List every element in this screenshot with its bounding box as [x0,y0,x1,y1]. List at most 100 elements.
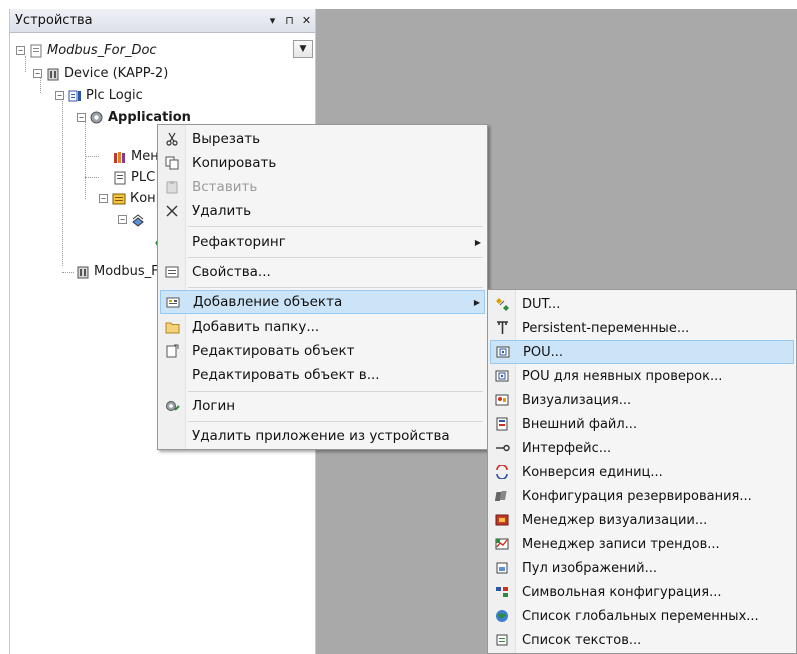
submenu-arrow-icon: ▶ [474,237,482,247]
scissors-icon [160,127,184,151]
menu-label: Свойства... [192,264,271,280]
menu-item-login[interactable]: Логин [160,394,485,418]
tree-item-plc-logic[interactable]: − Plc Logic [55,85,143,106]
menu-label: Визуализация... [522,392,632,408]
submenu-item-external-file[interactable]: Внешний файл... [490,412,794,436]
gear-icon [89,110,104,125]
project-icon [28,43,43,58]
dut-icon [490,292,514,316]
pou-icon [491,340,515,364]
gvl-icon [490,604,514,628]
submenu-item-dut[interactable]: DUT... [490,292,794,316]
tree-line [85,177,99,178]
submenu-item-visualization[interactable]: Визуализация... [490,388,794,412]
tree-item-plc-prg[interactable]: PLC [112,167,155,188]
visualization-icon [490,388,514,412]
folder-icon [160,315,184,339]
menu-item-edit-object-with[interactable]: Редактировать объект в... [160,363,485,387]
menu-item-paste[interactable]: Вставить [160,175,485,199]
tree-label: Мен [131,149,159,164]
submenu-item-gvl[interactable]: Список глобальных переменных... [490,604,794,628]
submenu-item-trend-manager[interactable]: Менеджер записи трендов... [490,532,794,556]
pin-icon[interactable]: ⊓ [281,14,298,27]
tree-label: Modbus_For_Doc [47,43,157,58]
panel-title: Устройства [15,13,93,28]
tree-label: Device (KAPP-2) [64,66,169,81]
collapse-icon[interactable]: − [55,91,64,100]
submenu-item-text-list[interactable]: Список текстов... [490,628,794,652]
text-list-icon [490,628,514,652]
menu-label: Persistent-переменные... [522,320,690,336]
menu-label: Символьная конфигурация... [522,584,722,600]
menu-separator [188,257,483,258]
menu-item-add-folder[interactable]: Добавить папку... [160,315,485,339]
close-icon[interactable]: ✕ [298,14,315,27]
collapse-icon[interactable]: − [99,194,108,203]
submenu-item-pou[interactable]: POU... [490,340,794,364]
tree-label: Modbus_F [94,264,159,279]
unit-conversion-icon [490,460,514,484]
submenu-item-persistent[interactable]: Persistent-переменные... [490,316,794,340]
tree-item-manager[interactable]: Мен [112,146,159,167]
menu-item-properties[interactable]: Свойства... [160,260,485,284]
menu-separator [188,391,483,392]
menu-label: Копировать [192,155,277,171]
device-icon [45,66,60,81]
menu-label: Список текстов... [522,632,642,648]
task-config-icon [111,191,126,206]
plc-logic-icon [67,88,82,103]
tree-item-device[interactable]: − Device (KAPP-2) [33,63,168,84]
tree-label: PLC [131,170,156,185]
symbol-config-icon [490,580,514,604]
submenu-item-symbol-config[interactable]: Символьная конфигурация... [490,580,794,604]
menu-item-cut[interactable]: Вырезать [160,127,485,151]
tree-item-root[interactable]: − Modbus_For_Doc [16,40,157,61]
menu-label: Добавить папку... [192,319,320,335]
redundancy-icon [490,484,514,508]
submenu-arrow-icon: ▶ [473,297,481,307]
submenu-item-interface[interactable]: Интерфейс... [490,436,794,460]
menu-label: Удалить [192,203,252,219]
submenu-item-pou-checks[interactable]: POU для неявных проверок... [490,364,794,388]
menu-label: Редактировать объект в... [192,367,380,383]
chevron-down-icon[interactable]: ▼ [293,40,313,58]
menu-label: Пул изображений... [522,560,657,576]
menu-label: Конверсия единиц... [522,464,663,480]
dropdown-icon[interactable]: ▾ [264,14,281,27]
menu-item-add-object[interactable]: Добавление объекта ▶ [160,290,485,314]
menu-label: Вырезать [192,131,261,147]
menu-label: Вставить [192,179,258,195]
submenu-item-unit-conversion[interactable]: Конверсия единиц... [490,460,794,484]
submenu-item-redundancy[interactable]: Конфигурация резервирования... [490,484,794,508]
tree-item-task-config[interactable]: − Кон [99,188,156,209]
menu-label: Конфигурация резервирования... [522,488,752,504]
tree-line [85,156,99,157]
submenu-item-image-pool[interactable]: Пул изображений... [490,556,794,580]
collapse-icon[interactable]: − [118,215,127,224]
copy-icon [160,151,184,175]
image-pool-icon [490,556,514,580]
login-icon [160,394,184,418]
collapse-icon[interactable]: − [16,46,25,55]
menu-separator [188,226,483,227]
tree-line [62,98,63,266]
menu-item-copy[interactable]: Копировать [160,151,485,175]
tree-item-task[interactable]: − [118,209,149,230]
tree-item-modbus[interactable]: Modbus_F [75,261,159,282]
menu-label: POU... [523,344,563,360]
menu-label: DUT... [522,296,561,312]
menu-item-refactoring[interactable]: Рефакторинг ▶ [160,230,485,254]
library-manager-icon [112,149,127,164]
delete-icon [160,199,184,223]
menu-item-delete[interactable]: Удалить [160,199,485,223]
menu-label: Добавление объекта [193,294,343,310]
menu-label: POU для неявных проверок... [522,368,723,384]
external-file-icon [490,412,514,436]
trend-manager-icon [490,532,514,556]
submenu-item-visu-manager[interactable]: Менеджер визуализации... [490,508,794,532]
properties-icon [160,260,184,284]
menu-item-edit-object[interactable]: Редактировать объект [160,339,485,363]
collapse-icon[interactable]: − [33,69,42,78]
collapse-icon[interactable]: − [77,113,86,122]
menu-item-remove-application[interactable]: Удалить приложение из устройства [160,424,485,448]
